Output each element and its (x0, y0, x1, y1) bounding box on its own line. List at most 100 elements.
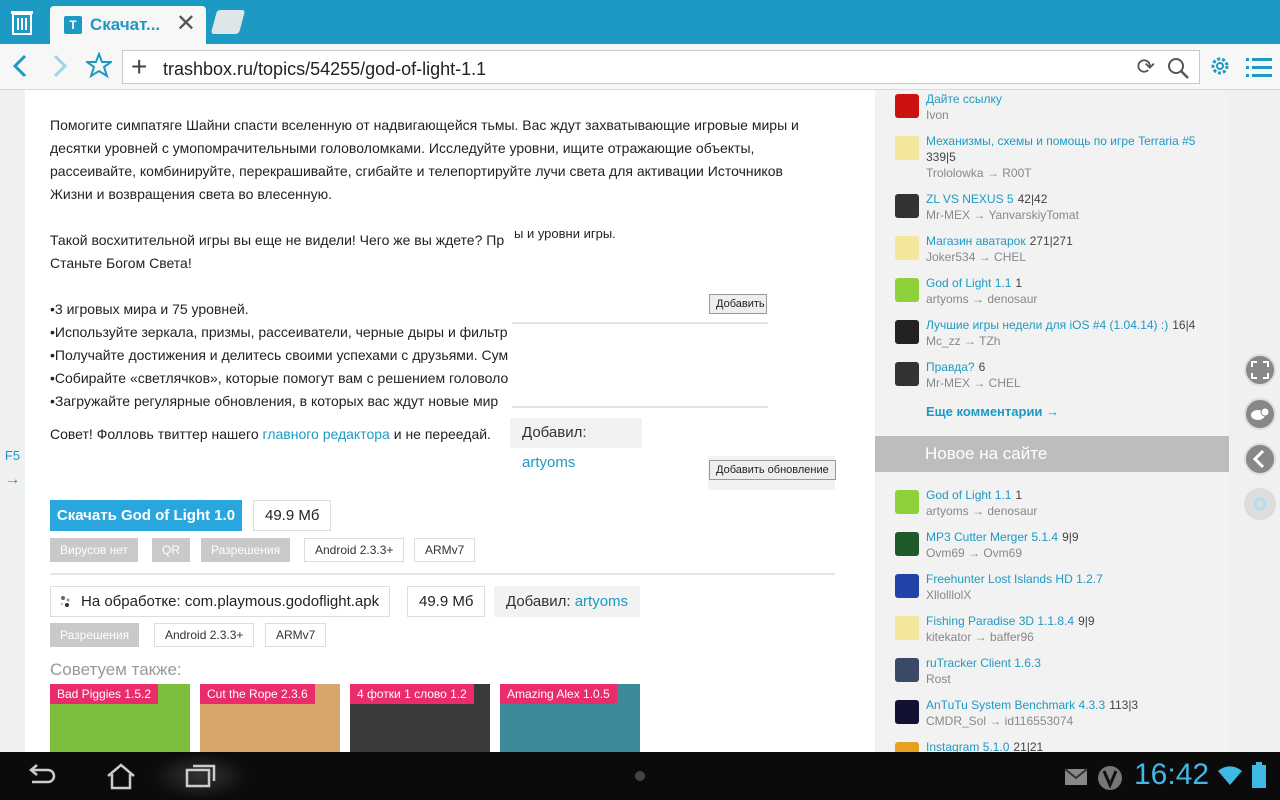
sidebar-item-link[interactable]: AnTuTu System Benchmark 4.3.3 (926, 698, 1105, 712)
recommended-app-label: Cut the Rope 2.3.6 (200, 684, 315, 704)
arch-badge: ARMv7 (414, 538, 476, 562)
added-by-user-link[interactable]: artyoms (575, 593, 628, 610)
recommended-app-label: 4 фотки 1 слово 1.2 (350, 684, 474, 704)
download-button[interactable]: Скачать God of Light 1.0 (50, 500, 242, 531)
add-partial-button[interactable]: Добавить с (709, 294, 767, 314)
new-tab-button[interactable] (210, 10, 246, 34)
sidebar-item-meta: artyoms → denosaur (926, 292, 1038, 306)
sidebar-item-link[interactable]: God of Light 1.1 (926, 488, 1011, 502)
sidebar-item-link[interactable]: Правда? (926, 360, 975, 374)
sidebar-item-link[interactable]: Лучшие игры недели для iOS #4 (1.04.14) … (926, 318, 1168, 332)
cloud-close-icon[interactable] (1244, 398, 1276, 430)
sidebar-item-meta: Trololowka → R00T (926, 166, 1032, 180)
avatar (895, 742, 919, 752)
sidebar-item-link[interactable]: Instagram 5.1.0 (926, 740, 1009, 752)
mail-notification-icon[interactable] (1064, 768, 1088, 786)
recommended-app-card[interactable]: 4 фотки 1 слово 1.2 (350, 684, 490, 752)
reload-icon[interactable]: ⟳ (1137, 54, 1155, 80)
permissions-badge[interactable]: Разрешения (50, 623, 140, 647)
description-line: Такой восхитительной игры вы еще не виде… (50, 232, 973, 248)
android-version-badge: Android 2.3.3+ (304, 538, 405, 562)
back-float-icon[interactable] (1244, 443, 1276, 475)
sidebar-item-title: ZL VS NEXUS 5 42|42 (926, 192, 1047, 206)
overlay-panel (512, 322, 768, 408)
wifi-icon (1218, 766, 1242, 785)
url-text[interactable]: trashbox.ru/topics/54255/god-of-light-1.… (163, 59, 486, 80)
avatar (895, 532, 919, 556)
sidebar-item-meta: Mr-MEX → CHEL (926, 376, 1021, 390)
recommended-app-card[interactable]: Amazing Alex 1.0.5 (500, 684, 640, 752)
recommended-app-card[interactable]: Cut the Rope 2.3.6 (200, 684, 340, 752)
sidebar-item-title: Дайте ссылку (926, 92, 1002, 106)
circle-toggle-icon[interactable] (1244, 488, 1276, 520)
recommend-title: Советуем также: (50, 660, 182, 679)
sidebar-item-count: 271|271 (1029, 234, 1073, 248)
avatar (895, 94, 919, 118)
refresh-side-tab[interactable]: F5 → (0, 448, 25, 489)
overlay-text: ы и уровни игры. (510, 226, 620, 241)
search-icon[interactable] (1165, 55, 1191, 81)
pending-label: На обработке: com.playmous.godoflight.ap… (81, 593, 380, 610)
sidebar-item-link[interactable]: Магазин аватарок (926, 234, 1026, 248)
menu-list-icon[interactable] (1246, 56, 1272, 78)
sidebar-item-count: 6 (978, 360, 986, 374)
sidebar-item-title: Механизмы, схемы и помощь по игре Terrar… (926, 134, 1195, 148)
description-line: Жизни и возвращения света во влесенную. (50, 186, 333, 202)
sidebar-item-count: 1 (1015, 276, 1023, 290)
recommended-app-card[interactable]: Bad Piggies 1.5.2 (50, 684, 190, 752)
description-line: Помогите симпатяге Шайни спасти вселенну… (50, 117, 799, 133)
sidebar-item-link[interactable]: God of Light 1.1 (926, 276, 1011, 290)
added-by-box: Добавил: artyoms (510, 418, 642, 471)
sidebar-item-link[interactable]: MP3 Cutter Merger 5.1.4 (926, 530, 1058, 544)
tip-prefix: Совет! Фолловь твиттер нашего (50, 426, 263, 442)
fullscreen-icon[interactable] (1244, 354, 1276, 386)
divider (512, 322, 768, 324)
sidebar-item-title: ruTracker Client 1.6.3 (926, 656, 1041, 670)
sidebar-item-link[interactable]: ZL VS NEXUS 5 (926, 192, 1014, 206)
avatar (895, 362, 919, 386)
add-icon[interactable]: + (131, 52, 147, 82)
close-tab-icon[interactable]: ✕ (176, 12, 196, 36)
sidebar-item-meta: Rost (926, 672, 951, 686)
sidebar-item-link[interactable]: Механизмы, схемы и помощь по игре Terrar… (926, 134, 1195, 148)
sidebar-item-link[interactable]: Дайте ссылку (926, 92, 1002, 106)
virus-free-badge[interactable]: Вирусов нет (50, 538, 139, 562)
sidebar-item-meta: Mr-MEX → YanvarskiyTomat (926, 208, 1079, 222)
app-notification-icon[interactable] (1096, 764, 1124, 792)
sidebar-item-title: AnTuTu System Benchmark 4.3.3 113|3 (926, 698, 1138, 712)
settings-gear-icon[interactable] (1208, 54, 1232, 78)
site-favicon-icon: T (64, 16, 82, 34)
sidebar-item-meta: artyoms → denosaur (926, 504, 1038, 518)
permissions-badge[interactable]: Разрешения (201, 538, 291, 562)
file-size: 49.9 Мб (253, 500, 332, 531)
section-divider (50, 573, 835, 575)
home-nav-icon[interactable] (104, 762, 138, 790)
added-by-user-link[interactable]: artyoms (522, 454, 575, 471)
url-field[interactable]: + trashbox.ru/topics/54255/god-of-light-… (122, 50, 1200, 84)
add-update-button[interactable]: Добавить обновление (709, 460, 836, 480)
menu-dot-icon[interactable] (635, 771, 645, 781)
sidebar-item-link[interactable]: ruTracker Client 1.6.3 (926, 656, 1041, 670)
pending-added-by: Добавил: artyoms (494, 586, 641, 617)
sidebar-item-link[interactable]: Fishing Paradise 3D 1.1.8.4 (926, 614, 1074, 628)
active-tab[interactable]: T Скачат... ✕ (50, 6, 206, 44)
back-icon[interactable] (10, 52, 30, 85)
added-by-label: Добавил: (506, 593, 571, 610)
editor-link[interactable]: главного редактора (263, 426, 390, 442)
sidebar-item-title: God of Light 1.1 1 (926, 488, 1022, 502)
sidebar-item-meta: kitekator → baffer96 (926, 630, 1034, 644)
bookmark-star-icon[interactable] (83, 51, 115, 83)
avatar (895, 194, 919, 218)
trash-icon[interactable] (10, 9, 34, 35)
more-comments-link[interactable]: Еще комментарии → (926, 404, 1059, 419)
recent-apps-icon[interactable] (184, 762, 218, 790)
forward-icon[interactable] (50, 52, 70, 85)
android-version-badge: Android 2.3.3+ (154, 623, 255, 647)
arch-badge: ARMv7 (265, 623, 327, 647)
back-nav-icon[interactable] (24, 762, 58, 790)
address-bar: + trashbox.ru/topics/54255/god-of-light-… (0, 44, 1280, 90)
sidebar-item-link[interactable]: Freehunter Lost Islands HD 1.2.7 (926, 572, 1103, 586)
avatar (895, 490, 919, 514)
sidebar-item-meta: Joker534 → CHEL (926, 250, 1027, 264)
qr-badge[interactable]: QR (152, 538, 190, 562)
